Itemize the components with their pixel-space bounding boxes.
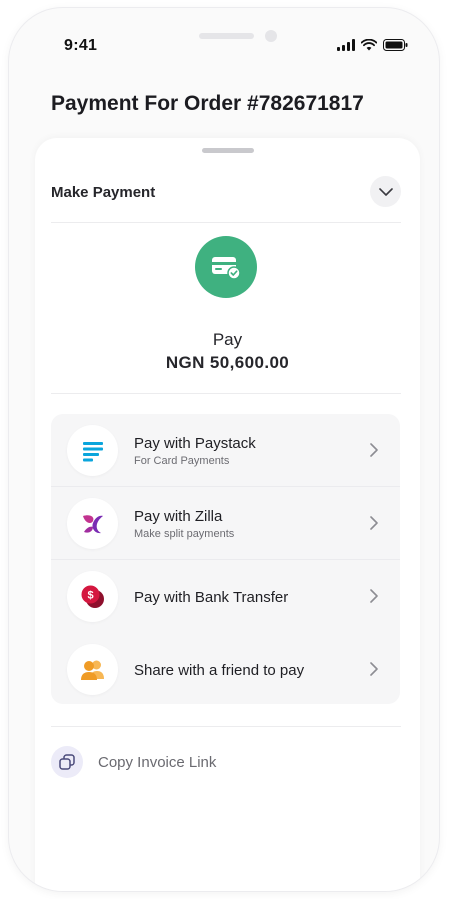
- divider: [51, 393, 401, 394]
- option-subtitle: Make split payments: [134, 528, 235, 540]
- svg-text:$: $: [87, 589, 93, 601]
- option-title: Share with a friend to pay: [134, 662, 305, 679]
- bank-transfer-icon: $: [67, 571, 118, 622]
- copy-invoice-link-label: Copy Invoice Link: [98, 753, 217, 771]
- option-subtitle: For Card Payments: [134, 455, 230, 467]
- paystack-icon: [67, 425, 118, 476]
- option-title: Pay with Zilla: [134, 508, 223, 525]
- make-payment-label: Make Payment: [51, 184, 156, 201]
- payment-options-list: Pay with Paystack For Card Payments Pay …: [51, 414, 400, 704]
- chevron-right-icon: [370, 516, 378, 530]
- option-zilla[interactable]: Pay with Zilla Make split payments: [51, 487, 400, 560]
- friends-icon: [67, 644, 118, 695]
- signal-icon: [337, 39, 355, 51]
- zilla-icon: [67, 498, 118, 549]
- sheet-drag-handle[interactable]: [202, 148, 254, 153]
- chevron-right-icon: [370, 589, 378, 603]
- option-title: Pay with Paystack: [134, 435, 256, 452]
- copy-invoice-link-button[interactable]: Copy Invoice Link: [51, 746, 216, 778]
- status-icons: [337, 38, 408, 52]
- divider: [51, 726, 401, 727]
- wifi-icon: [361, 39, 377, 51]
- front-camera: [265, 30, 277, 42]
- chevron-right-icon: [370, 443, 378, 457]
- status-time: 9:41: [64, 37, 98, 54]
- battery-icon: [383, 39, 408, 51]
- pay-amount: NGN 50,600.00: [165, 353, 290, 372]
- copy-icon: [51, 746, 83, 778]
- speaker-grille: [199, 33, 254, 39]
- divider: [51, 222, 401, 223]
- page-title: Payment For Order #782671817: [51, 92, 364, 115]
- phone-frame: 9:41 Payment For Order #782671817 Make P…: [9, 8, 439, 891]
- option-paystack[interactable]: Pay with Paystack For Card Payments: [51, 414, 400, 487]
- chevron-down-icon: [378, 187, 393, 196]
- credit-card-check-icon: [212, 257, 241, 280]
- payment-sheet: Make Payment Pay NGN 50,600.00 Pay with …: [35, 138, 420, 891]
- option-title: Pay with Bank Transfer: [134, 589, 289, 606]
- collapse-button[interactable]: [370, 176, 401, 207]
- pay-label: Pay: [212, 330, 243, 349]
- status-bar: 9:41: [9, 8, 439, 88]
- chevron-right-icon: [370, 662, 378, 676]
- option-bank-transfer[interactable]: $ Pay with Bank Transfer: [51, 560, 400, 633]
- option-share-friend[interactable]: Share with a friend to pay: [51, 633, 400, 704]
- payment-card-badge: [195, 236, 257, 298]
